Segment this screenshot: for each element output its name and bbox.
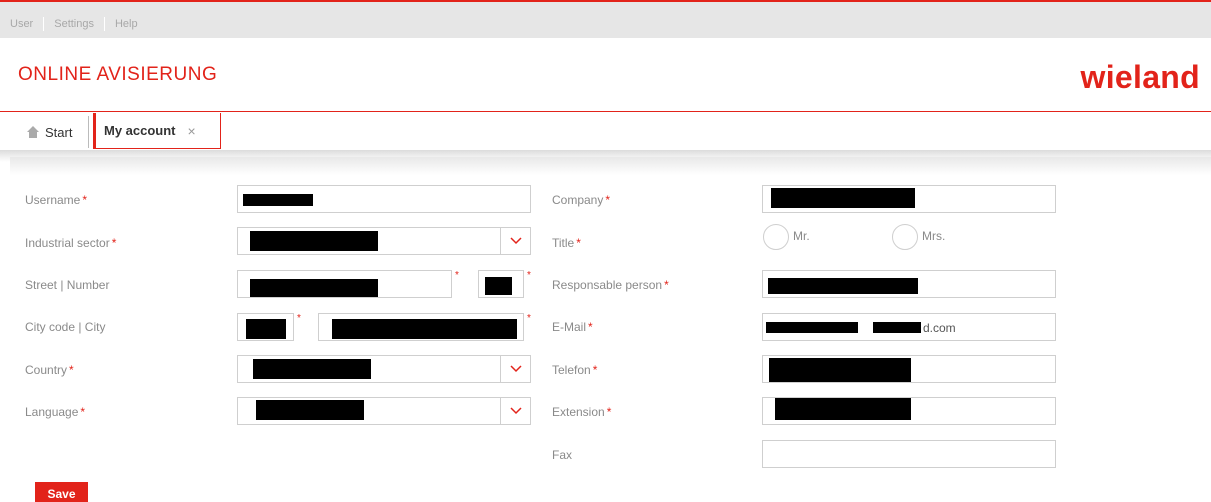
city-required-marker: * bbox=[527, 313, 531, 324]
industrial-sector-label: Industrial sector * bbox=[25, 236, 117, 250]
number-required-marker: * bbox=[527, 270, 531, 281]
content-shadow-lower bbox=[10, 157, 1211, 175]
extension-field[interactable] bbox=[762, 397, 1056, 425]
language-select[interactable] bbox=[237, 397, 531, 425]
email-field[interactable]: d.com bbox=[762, 313, 1056, 341]
tab-separator bbox=[88, 116, 89, 148]
email-label: E-Mail * bbox=[552, 320, 593, 334]
tab-start-label: Start bbox=[45, 124, 73, 140]
tab-divider bbox=[0, 111, 1211, 112]
wieland-logo: wieland bbox=[1080, 59, 1200, 95]
title-mr-radio[interactable] bbox=[763, 224, 789, 250]
street-number-label: Street | Number bbox=[25, 278, 110, 292]
top-menu: User Settings Help bbox=[10, 17, 148, 31]
app-title: ONLINE AVISIERUNG bbox=[18, 64, 218, 85]
city-code-field[interactable] bbox=[237, 313, 294, 341]
company-label: Company * bbox=[552, 193, 611, 207]
extension-label: Extension * bbox=[552, 405, 612, 419]
close-icon[interactable]: × bbox=[188, 123, 196, 139]
telefon-label: Telefon * bbox=[552, 363, 598, 377]
industrial-sector-select[interactable] bbox=[237, 227, 531, 255]
tab-start[interactable]: Start bbox=[20, 116, 78, 148]
menu-item-user[interactable]: User bbox=[10, 17, 45, 31]
fax-label: Fax bbox=[552, 448, 573, 462]
company-field[interactable] bbox=[762, 185, 1056, 213]
street-field[interactable] bbox=[237, 270, 452, 298]
title-mrs-radio[interactable] bbox=[892, 224, 918, 250]
country-label: Country * bbox=[25, 363, 74, 377]
menu-item-settings[interactable]: Settings bbox=[44, 17, 105, 31]
home-icon bbox=[26, 125, 40, 139]
title-mr-label: Mr. bbox=[793, 229, 810, 243]
chevron-down-icon[interactable] bbox=[500, 398, 530, 424]
city-code-city-label: City code | City bbox=[25, 320, 106, 334]
tab-my-account-label: My account bbox=[104, 123, 176, 138]
save-button[interactable]: Save bbox=[35, 482, 88, 502]
chevron-down-icon[interactable] bbox=[500, 228, 530, 254]
chevron-down-icon[interactable] bbox=[500, 356, 530, 382]
responsible-person-label: Responsable person * bbox=[552, 278, 669, 292]
responsible-person-field[interactable] bbox=[762, 270, 1056, 298]
username-field[interactable] bbox=[237, 185, 531, 213]
top-menu-bar: User Settings Help bbox=[0, 0, 1211, 38]
city-field[interactable] bbox=[318, 313, 524, 341]
city-code-required-marker: * bbox=[297, 313, 301, 324]
menu-item-help[interactable]: Help bbox=[105, 17, 148, 31]
telefon-field[interactable] bbox=[762, 355, 1056, 383]
email-value-tail: d.com bbox=[923, 321, 956, 335]
language-label: Language * bbox=[25, 405, 86, 419]
username-label: Username * bbox=[25, 193, 88, 207]
country-select[interactable] bbox=[237, 355, 531, 383]
title-mrs-label: Mrs. bbox=[922, 229, 946, 243]
number-field[interactable] bbox=[478, 270, 524, 298]
title-label: Title * bbox=[552, 236, 581, 250]
street-required-marker: * bbox=[455, 270, 459, 281]
fax-field[interactable] bbox=[762, 440, 1056, 468]
tab-my-account[interactable]: My account × bbox=[93, 113, 221, 149]
